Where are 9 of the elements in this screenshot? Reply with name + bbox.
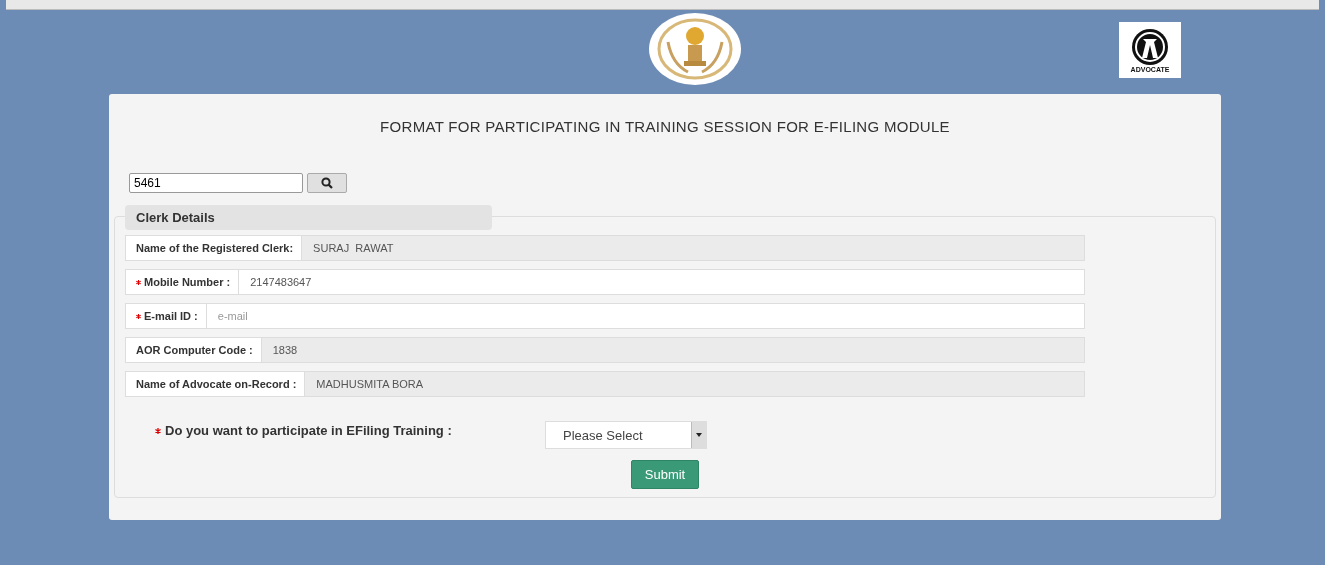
form-title: FORMAT FOR PARTICIPATING IN TRAINING SESSION FOR E-FILING MODULE	[379, 118, 951, 135]
section-heading: Clerk Details	[125, 205, 492, 230]
caret-icon	[696, 433, 702, 437]
gown-icon	[1131, 27, 1169, 66]
label-text: Do you want to participate in EFiling Training :	[165, 423, 452, 438]
search-button[interactable]	[307, 173, 347, 193]
search-icon	[321, 177, 333, 189]
select-dropdown[interactable]: Please Select	[545, 421, 707, 449]
search-field[interactable]: 5461	[129, 173, 303, 193]
